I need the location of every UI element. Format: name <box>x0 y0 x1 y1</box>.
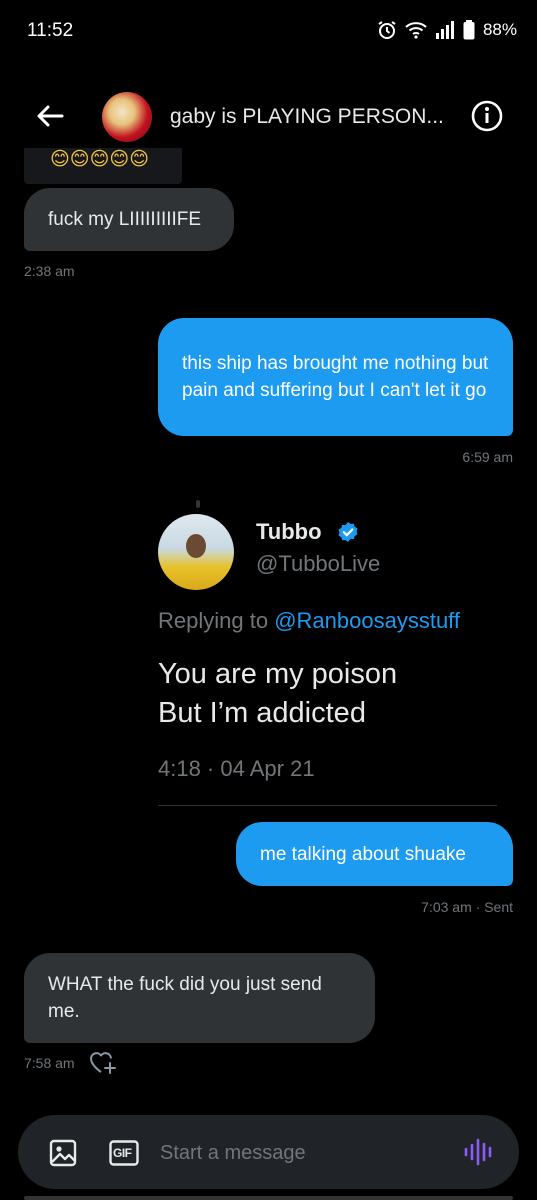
previous-message-fragment: 😊😊😊😊😊 <box>24 148 182 184</box>
tweet-author-handle[interactable]: @TubboLive <box>256 551 380 577</box>
voice-message-button[interactable] <box>462 1135 496 1169</box>
message-text: me talking about shuake <box>260 843 466 865</box>
message-input[interactable] <box>160 1139 430 1167</box>
conversation-avatar[interactable] <box>102 92 152 142</box>
info-circle-icon <box>471 100 503 132</box>
message-bubble-incoming[interactable]: fuck my LIIIIIIIIIFE <box>24 188 234 251</box>
add-media-button[interactable] <box>48 1138 78 1168</box>
tweet-card-top-edge <box>196 500 200 508</box>
message-timestamp: 2:38 am <box>24 263 75 279</box>
conversation-title[interactable]: gaby is PLAYING PERSON... <box>170 105 444 129</box>
status-icons: 88% <box>377 20 517 40</box>
verified-badge-icon <box>337 521 359 548</box>
waveform-icon <box>464 1138 492 1166</box>
back-button[interactable] <box>32 98 68 134</box>
divider <box>158 805 497 806</box>
tweet-author-name[interactable]: Tubbo <box>256 519 322 545</box>
gif-label: GIF <box>113 1146 132 1160</box>
alarm-icon <box>377 20 397 40</box>
battery-icon <box>463 20 475 40</box>
message-bubble-outgoing[interactable]: this ship has brought me nothing but pai… <box>158 318 513 436</box>
message-bubble-incoming[interactable]: WHAT the fuck did you just send me. <box>24 953 375 1043</box>
tweet-replying-to: Replying to @Ranboosaysstuff <box>158 608 460 634</box>
message-timestamp: 7:03 am · Sent <box>421 899 513 915</box>
tweet-text-line: But I’m addicted <box>158 697 366 729</box>
message-composer: GIF <box>18 1115 519 1189</box>
heart-plus-icon <box>90 1052 116 1074</box>
replying-mention-link[interactable]: @Ranboosaysstuff <box>274 608 460 633</box>
battery-percent: 88% <box>482 20 517 39</box>
tweet-timestamp: 4:18 · 04 Apr 21 <box>158 756 315 781</box>
message-text: WHAT the fuck did you just send me. <box>48 974 322 1022</box>
arrow-left-icon <box>37 105 64 127</box>
signal-icon <box>435 21 455 39</box>
tweet-text-line: You are my poison <box>158 658 398 690</box>
add-reaction-button[interactable] <box>88 1048 118 1076</box>
replying-prefix: Replying to <box>158 608 269 633</box>
message-text: fuck my LIIIIIIIIIFE <box>48 209 202 230</box>
emoji-row: 😊😊😊😊😊 <box>50 149 150 170</box>
message-timestamp: 6:59 am <box>462 449 513 465</box>
tweet-text[interactable]: You are my poison But I’m addicted <box>158 655 397 733</box>
message-text: this ship has brought me nothing but pai… <box>182 353 489 401</box>
tweet-author-avatar[interactable] <box>158 514 234 590</box>
wifi-icon <box>405 21 427 39</box>
image-icon <box>49 1139 77 1167</box>
add-gif-button[interactable]: GIF <box>108 1138 140 1168</box>
info-button[interactable] <box>469 98 505 134</box>
status-time: 11:52 <box>27 20 74 41</box>
conversation-header: gaby is PLAYING PERSON... <box>0 84 537 148</box>
message-bubble-outgoing[interactable]: me talking about shuake <box>236 822 513 886</box>
gesture-bar <box>24 1196 513 1200</box>
status-bar: 11:52 88% <box>0 0 537 64</box>
message-timestamp: 7:58 am <box>24 1055 75 1071</box>
